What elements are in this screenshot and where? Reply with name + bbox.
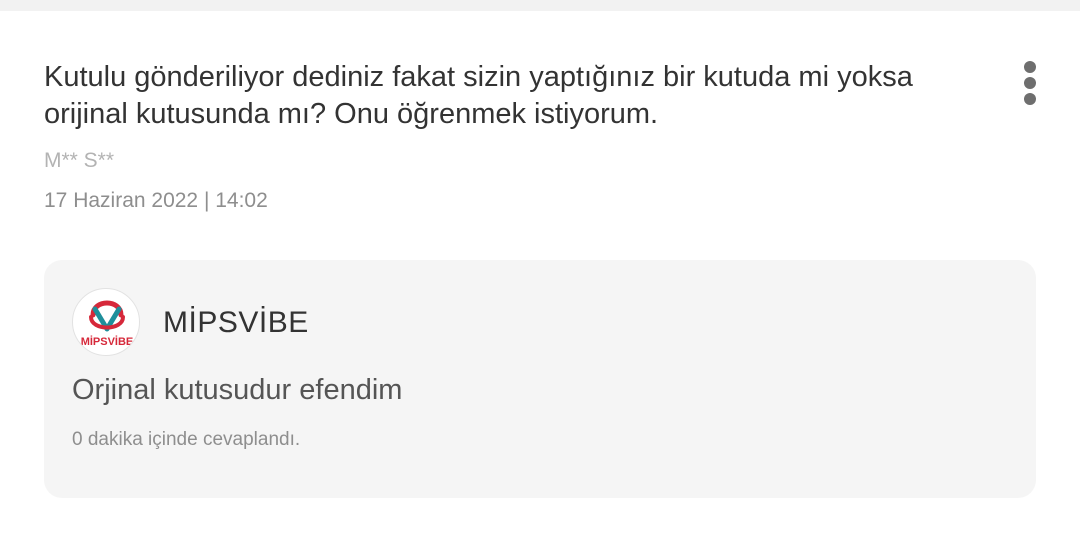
seller-logo-wordmark: MİPSVİBE: [81, 335, 134, 348]
seller-answer-box: MİPSVİBE MİPSVİBE Orjinal kutusudur efen…: [44, 260, 1036, 498]
more-dot: [1024, 77, 1036, 89]
more-options-icon[interactable]: [1012, 57, 1048, 109]
question-text: Kutulu gönderiliyor dediniz fakat sizin …: [44, 61, 913, 130]
question-author: M** S**: [44, 149, 115, 172]
seller-logo-icon: MİPSVİBE: [81, 300, 134, 348]
seller-logo-avatar[interactable]: MİPSVİBE: [72, 288, 140, 356]
seller-name[interactable]: MİPSVİBE: [163, 306, 309, 340]
question-date: 17 Haziran 2022 | 14:02: [44, 189, 268, 212]
more-dot: [1024, 61, 1036, 73]
question-card: Kutulu gönderiliyor dediniz fakat sizin …: [0, 11, 1080, 535]
more-dot: [1024, 93, 1036, 105]
answer-response-time: 0 dakika içinde cevaplandı.: [72, 429, 301, 450]
answer-text: Orjinal kutusudur efendim: [72, 374, 403, 406]
top-divider-strip: [0, 0, 1080, 11]
